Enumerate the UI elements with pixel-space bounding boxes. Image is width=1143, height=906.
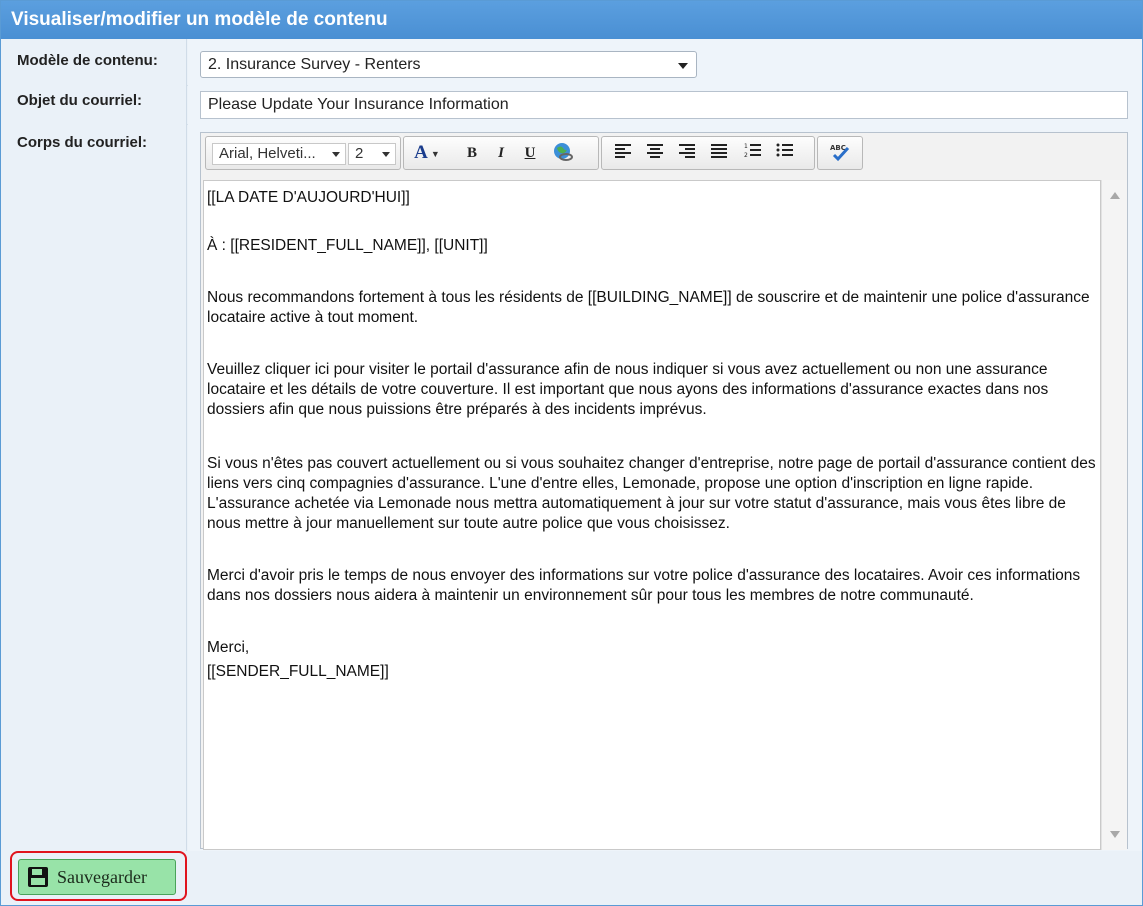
align-center-icon[interactable] <box>644 142 666 164</box>
subject-row: Objet du courriel: Please Update Your In… <box>1 85 1142 125</box>
body-row: Corps du courriel: Arial, Helveti... 2 A… <box>1 124 1142 851</box>
font-family-select[interactable]: Arial, Helveti... <box>212 143 346 165</box>
font-family-value: Arial, Helveti... <box>219 145 316 162</box>
body-paragraph: Nous recommandons fortement à tous les r… <box>207 289 1090 326</box>
body-paragraph: Merci, <box>207 639 250 656</box>
body-paragraph: [[SENDER_FULL_NAME]] <box>207 663 389 680</box>
svg-text:1: 1 <box>744 143 748 150</box>
align-justify-icon[interactable] <box>708 142 730 164</box>
template-row: Modèle de contenu: 2. Insurance Survey -… <box>1 39 1142 86</box>
content-template-panel: Visualiser/modifier un modèle de contenu… <box>0 0 1143 906</box>
subject-label: Objet du courriel: <box>1 85 187 124</box>
underline-button[interactable]: U <box>519 142 541 164</box>
chevron-down-icon <box>382 152 390 157</box>
scroll-up-icon[interactable] <box>1110 192 1120 199</box>
body-paragraph: Si vous n'êtes pas couvert actuellement … <box>207 455 1096 532</box>
body-label: Corps du courriel: <box>1 124 187 851</box>
svg-text:2: 2 <box>744 152 748 158</box>
paragraph-group: 12 <box>601 136 815 170</box>
save-button-label: Sauvegarder <box>57 867 147 887</box>
font-color-label: A <box>414 142 428 163</box>
font-size-select[interactable]: 2 <box>348 143 396 165</box>
italic-button[interactable]: I <box>490 142 512 164</box>
spellcheck-icon[interactable]: ABC <box>829 142 851 164</box>
body-paragraph: [[LA DATE D'AUJOURD'HUI]] <box>207 189 410 206</box>
align-right-icon[interactable] <box>676 142 698 164</box>
align-left-icon[interactable] <box>612 142 634 164</box>
format-group: A ▼ B I U <box>403 136 599 170</box>
template-label: Modèle de contenu: <box>1 39 187 85</box>
link-globe-icon[interactable] <box>552 142 574 164</box>
body-paragraph: À : [[RESIDENT_FULL_NAME]], [[UNIT]] <box>207 237 488 254</box>
scroll-down-icon[interactable] <box>1110 831 1120 838</box>
caret-down-icon: ▼ <box>430 148 440 159</box>
numbered-list-icon[interactable]: 12 <box>742 142 764 164</box>
subject-input[interactable]: Please Update Your Insurance Information <box>200 91 1128 119</box>
body-paragraph: Merci d'avoir pris le temps de nous envo… <box>207 567 1081 604</box>
chevron-down-icon <box>678 63 688 69</box>
font-color-button[interactable]: A ▼ <box>410 142 444 164</box>
font-size-value: 2 <box>355 145 364 162</box>
save-button[interactable]: Sauvegarder <box>18 859 176 895</box>
bullet-list-icon[interactable] <box>774 142 796 164</box>
template-select-value: 2. Insurance Survey - Renters <box>208 56 421 73</box>
chevron-down-icon <box>332 152 340 157</box>
email-body-content[interactable]: [[LA DATE D'AUJOURD'HUI]] À : [[RESIDENT… <box>203 180 1101 850</box>
font-group: Arial, Helveti... 2 <box>205 136 401 170</box>
floppy-disk-icon <box>28 867 48 887</box>
template-select[interactable]: 2. Insurance Survey - Renters <box>200 51 697 78</box>
bold-button[interactable]: B <box>461 142 483 164</box>
rich-text-editor: Arial, Helveti... 2 A ▼ B I U 1 2 ABC [[… <box>200 132 1128 850</box>
editor-scrollbar[interactable] <box>1101 180 1127 850</box>
body-paragraph: Veuillez cliquer ici pour visiter le por… <box>207 361 1049 418</box>
panel-title: Visualiser/modifier un modèle de contenu <box>1 1 1142 39</box>
spellcheck-group: ABC <box>817 136 863 170</box>
form-footer: Sauvegarder <box>1 851 1142 905</box>
